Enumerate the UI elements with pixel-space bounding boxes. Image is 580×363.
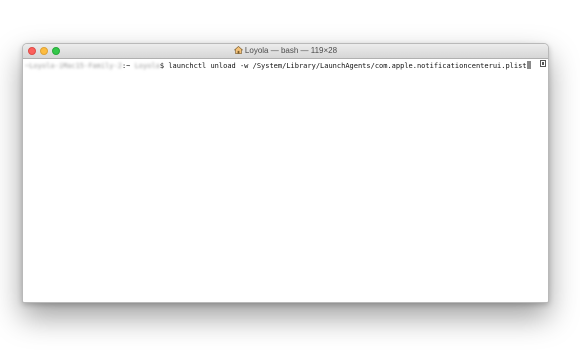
command-line: ~Loyola-iMac15-Family-2:~ Loyola$ launch… [25, 61, 548, 71]
title-bar[interactable]: Loyola — bash — 119×28 [23, 44, 548, 59]
prompt-host: ~Loyola-iMac15-Family-2 [25, 62, 122, 70]
terminal-window: Loyola — bash — 119×28 ~Loyola-iMac15-Fa… [22, 43, 549, 303]
terminal-content[interactable]: ~Loyola-iMac15-Family-2:~ Loyola$ launch… [23, 59, 548, 302]
scroll-marker-icon[interactable] [540, 60, 546, 67]
window-title-text: Loyola — bash — 119×28 [244, 46, 338, 55]
window-title: Loyola — bash — 119×28 [23, 44, 548, 58]
command-text: launchctl unload -w /System/Library/Laun… [164, 62, 527, 70]
home-icon [233, 45, 243, 54]
text-cursor [526, 61, 531, 69]
prompt-user: Loyola [134, 62, 160, 70]
prompt-path: :~ [121, 62, 135, 70]
